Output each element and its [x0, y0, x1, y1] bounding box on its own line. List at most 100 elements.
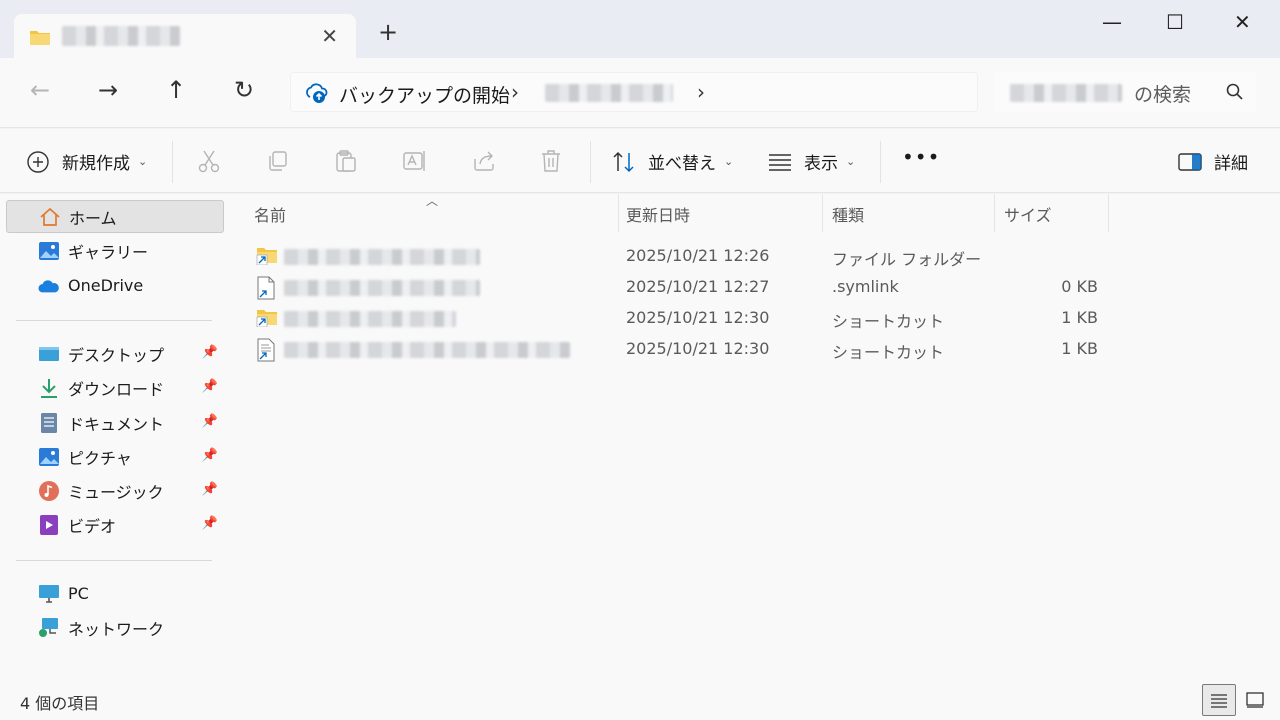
- file-name-redacted: [284, 311, 456, 327]
- breadcrumb-backup[interactable]: バックアップの開始: [339, 81, 510, 108]
- details-pane-label: 詳細: [1214, 154, 1248, 174]
- sidebar-item-pc[interactable]: PC: [6, 577, 224, 610]
- file-row[interactable]: 2025/10/21 12:27 .symlink 0 KB: [252, 272, 1112, 303]
- new-button[interactable]: 新規作成 ⌄: [26, 149, 147, 174]
- breadcrumb-separator[interactable]: ›: [511, 80, 519, 104]
- breadcrumb-separator[interactable]: ›: [697, 80, 705, 104]
- more-options-button[interactable]: •••: [902, 145, 940, 169]
- address-bar[interactable]: バックアップの開始 › ›: [290, 72, 978, 112]
- pin-icon[interactable]: 📌: [202, 414, 218, 429]
- column-divider[interactable]: [822, 194, 823, 232]
- details-view-button[interactable]: [1202, 684, 1236, 716]
- network-icon: [38, 617, 60, 639]
- sort-ascending-icon: ︿: [426, 194, 439, 208]
- gallery-icon: [38, 240, 60, 262]
- sidebar-item-desktop[interactable]: デスクトップ 📌: [6, 337, 224, 370]
- title-bar: ✕ + — ☐ ✕: [0, 0, 1280, 60]
- column-divider[interactable]: [994, 194, 995, 232]
- tab-close-button[interactable]: ✕: [321, 24, 338, 48]
- divider: [590, 141, 591, 183]
- column-header-name[interactable]: 名前: [254, 202, 286, 226]
- chevron-down-icon: ⌄: [846, 155, 856, 168]
- up-button[interactable]: ↑: [166, 78, 186, 102]
- file-type: ショートカット: [832, 312, 945, 331]
- pin-icon[interactable]: 📌: [202, 448, 218, 463]
- sidebar-item-home[interactable]: ホーム: [6, 200, 224, 233]
- column-divider[interactable]: [1108, 194, 1109, 232]
- column-header-modified[interactable]: 更新日時: [626, 202, 690, 226]
- refresh-button[interactable]: ↻: [234, 78, 254, 102]
- minimize-button[interactable]: —: [1102, 10, 1122, 34]
- sidebar-item-label: PC: [68, 584, 89, 603]
- file-modified: 2025/10/21 12:30: [626, 339, 770, 358]
- sidebar-item-downloads[interactable]: ダウンロード 📌: [6, 371, 224, 404]
- tab-active[interactable]: ✕: [14, 14, 356, 60]
- home-icon: [39, 206, 61, 228]
- file-modified: 2025/10/21 12:26: [626, 246, 770, 265]
- divider: [16, 560, 212, 561]
- file-modified: 2025/10/21 12:30: [626, 308, 770, 327]
- sidebar-item-label: OneDrive: [68, 276, 144, 295]
- column-divider[interactable]: [618, 194, 619, 232]
- file-modified: 2025/10/21 12:27: [626, 277, 770, 296]
- folder-shortcut-icon: [256, 310, 277, 327]
- maximize-button[interactable]: ☐: [1166, 10, 1184, 34]
- column-header-size[interactable]: サイズ: [1004, 202, 1052, 226]
- sidebar-item-music[interactable]: ミュージック 📌: [6, 474, 224, 507]
- sidebar-item-label: ドキュメント: [68, 414, 165, 434]
- pin-icon[interactable]: 📌: [202, 345, 218, 360]
- file-row[interactable]: 2025/10/21 12:26 ファイル フォルダー: [252, 241, 1112, 272]
- view-button-label: 表示: [804, 154, 838, 174]
- sidebar-item-label: デスクトップ: [68, 345, 165, 365]
- back-button[interactable]: ←: [30, 78, 50, 102]
- cut-icon[interactable]: [198, 149, 220, 173]
- file-list: ︿ 名前 更新日時 種類 サイズ 2025/10/21 12:26 ファイル フ…: [228, 194, 1280, 680]
- onedrive-cloud-icon: [38, 275, 60, 297]
- file-type: ファイル フォルダー: [832, 250, 982, 269]
- forward-button[interactable]: →: [98, 78, 118, 102]
- status-bar: 4 個の項目: [0, 680, 1280, 720]
- search-box[interactable]: の検索: [994, 72, 1256, 112]
- file-size: 1 KB: [1061, 308, 1098, 327]
- download-icon: [38, 377, 60, 399]
- view-button[interactable]: 表示 ⌄: [768, 149, 855, 174]
- sidebar-item-label: ギャラリー: [68, 242, 149, 262]
- chevron-down-icon: ⌄: [138, 155, 148, 168]
- cloud-backup-icon: [306, 83, 328, 103]
- sidebar-item-videos[interactable]: ビデオ 📌: [6, 508, 224, 541]
- sidebar-item-label: ビデオ: [68, 516, 117, 536]
- share-icon[interactable]: [472, 149, 496, 173]
- computer-icon: [38, 583, 60, 605]
- video-icon: [38, 514, 60, 536]
- delete-icon[interactable]: [540, 149, 562, 173]
- sort-button[interactable]: 並べ替え ⌄: [612, 149, 733, 174]
- file-name-redacted: [284, 280, 480, 296]
- sidebar-item-gallery[interactable]: ギャラリー: [6, 234, 224, 267]
- divider: [172, 141, 173, 183]
- close-window-button[interactable]: ✕: [1234, 10, 1251, 34]
- sidebar-item-onedrive[interactable]: OneDrive: [6, 269, 224, 302]
- sidebar-item-documents[interactable]: ドキュメント 📌: [6, 406, 224, 439]
- pin-icon[interactable]: 📌: [202, 379, 218, 394]
- divider: [880, 141, 881, 183]
- breadcrumb-redacted[interactable]: [545, 84, 673, 102]
- sort-icon: [613, 151, 634, 172]
- tab-title-redacted: [62, 26, 180, 46]
- file-row[interactable]: 2025/10/21 12:30 ショートカット 1 KB: [252, 334, 1112, 365]
- large-icons-view-button[interactable]: [1238, 684, 1272, 716]
- details-pane-button[interactable]: 詳細: [1178, 149, 1248, 174]
- desktop-icon: [38, 343, 60, 365]
- search-location-redacted: [1010, 84, 1122, 102]
- sidebar-item-network[interactable]: ネットワーク: [6, 611, 224, 644]
- copy-icon[interactable]: [266, 149, 290, 173]
- pin-icon[interactable]: 📌: [202, 516, 218, 531]
- column-header-type[interactable]: 種類: [832, 202, 864, 226]
- sort-button-label: 並べ替え: [648, 154, 716, 174]
- rename-icon[interactable]: [402, 149, 428, 173]
- file-row[interactable]: 2025/10/21 12:30 ショートカット 1 KB: [252, 303, 1112, 334]
- file-size: 0 KB: [1061, 277, 1098, 296]
- sidebar-item-pictures[interactable]: ピクチャ 📌: [6, 440, 224, 473]
- paste-icon[interactable]: [334, 149, 358, 173]
- pin-icon[interactable]: 📌: [202, 482, 218, 497]
- new-tab-button[interactable]: +: [378, 20, 398, 44]
